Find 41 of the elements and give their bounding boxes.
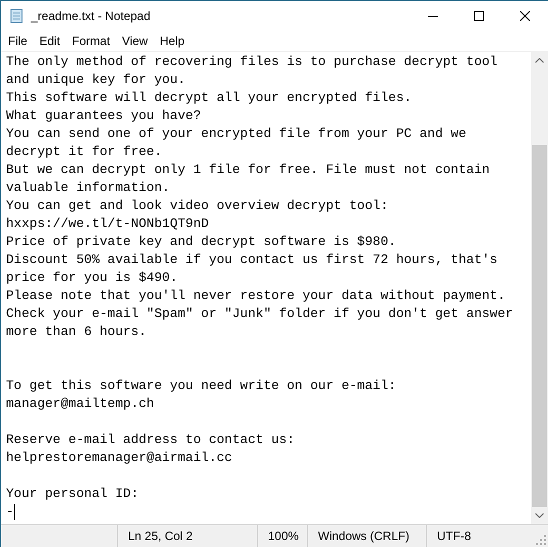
- text-line: manager@mailtemp.ch: [6, 395, 154, 413]
- text-line: Please note that you'll never restore your data without payment.: [6, 287, 506, 305]
- status-text: Ln 25, Col 2: [117, 525, 257, 547]
- text-line: But we can decrypt only 1 file for free. File must not contain: [6, 161, 490, 179]
- text-line: Discount 50% available if you contact us first 72 hours, that's: [6, 251, 498, 269]
- vertical-scrollbar[interactable]: [531, 52, 548, 524]
- text-line: You can send one of your encrypted file from your PC and we: [6, 125, 466, 143]
- text-line: valuable information.: [6, 179, 170, 197]
- resize-grip-icon[interactable]: [534, 533, 546, 545]
- text-line: You can get and look video overview decrypt tool:: [6, 197, 388, 215]
- text-line: price for you is $490.: [6, 269, 178, 287]
- text-line: Price of private key and decrypt software is $980.: [6, 233, 396, 251]
- text-line: hxxps://we.tl/t-NONb1QT9nD: [6, 215, 209, 233]
- text-line: What guarantees you have?: [6, 107, 202, 125]
- scrollbar-thumb[interactable]: [532, 145, 547, 507]
- status-text: UTF-8: [426, 525, 532, 547]
- notepad-icon: [9, 8, 25, 24]
- scroll-down-icon[interactable]: [535, 513, 544, 518]
- text-line: Your personal ID:: [6, 485, 139, 503]
- text-line: Reserve e-mail address to contact us:: [6, 431, 295, 449]
- scroll-up-icon[interactable]: [535, 58, 544, 63]
- text-line: helprestoremanager@airmail.cc: [6, 449, 232, 467]
- close-icon: [520, 11, 530, 21]
- text-cursor: [14, 504, 15, 520]
- text-line: decrypt it for free.: [6, 143, 162, 161]
- text-line: To get this software you need write on our e-mail:: [6, 377, 396, 395]
- menu-item[interactable]: Format: [66, 31, 116, 51]
- text-line: The only method of recovering files is to purchase decrypt tool: [6, 53, 498, 71]
- status-text: 100%: [257, 525, 307, 547]
- window-title: _readme.txt - Notepad: [31, 9, 152, 23]
- text-line: more than 6 hours.: [6, 323, 146, 341]
- menu-item[interactable]: Help: [154, 31, 191, 51]
- text-line: Check your e-mail "Spam" or "Junk" folder if you don't get answer: [6, 305, 514, 323]
- menu-item[interactable]: File: [2, 31, 34, 51]
- maximize-icon: [474, 11, 484, 21]
- text-line: and unique key for you.: [6, 71, 186, 89]
- text-line: This software will decrypt all your encrypted files.: [6, 89, 412, 107]
- menu-item[interactable]: Edit: [33, 31, 66, 51]
- menu-item[interactable]: View: [116, 31, 154, 51]
- text-line: -: [6, 503, 14, 521]
- status-text: Windows (CRLF): [307, 525, 426, 547]
